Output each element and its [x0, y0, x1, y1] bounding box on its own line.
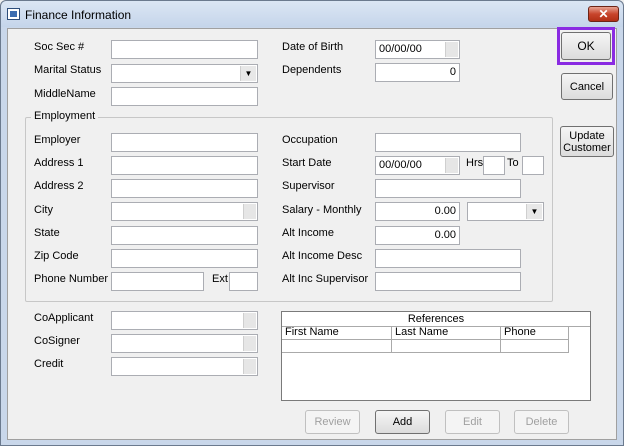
close-button[interactable]: ✕ — [588, 6, 619, 22]
middlename-label: MiddleName — [34, 88, 96, 100]
salary-period-dropdown[interactable]: ▼ — [467, 202, 544, 221]
column-header-first-name[interactable]: First Name — [282, 326, 392, 339]
address2-field[interactable] — [111, 179, 258, 198]
ssn-label: Soc Sec # — [34, 41, 85, 53]
alt-income-desc-label: Alt Income Desc — [282, 250, 363, 262]
update-customer-line2: Customer — [563, 141, 611, 154]
date-of-birth-label: Date of Birth — [282, 41, 344, 53]
start-date-value: 00/00/00 — [379, 159, 422, 171]
salary-monthly-label: Salary - Monthly — [282, 204, 362, 216]
cosigner-label: CoSigner — [34, 335, 80, 347]
update-customer-button[interactable]: Update Customer — [560, 126, 614, 157]
supervisor-label: Supervisor — [282, 180, 335, 192]
alt-inc-supervisor-field[interactable] — [375, 272, 521, 291]
update-customer-line1: Update — [569, 129, 605, 142]
address1-label: Address 1 — [34, 157, 84, 169]
date-of-birth-value: 00/00/00 — [379, 43, 422, 55]
table-row[interactable] — [282, 339, 392, 353]
cosigner-field[interactable] — [111, 334, 258, 353]
phone-number-field[interactable] — [111, 272, 204, 291]
edit-button[interactable]: Edit — [445, 410, 500, 434]
column-header-phone[interactable]: Phone — [501, 326, 569, 339]
hrs-to-field[interactable] — [522, 156, 544, 175]
coapplicant-label: CoApplicant — [34, 312, 94, 324]
alt-income-field[interactable]: 0.00 — [375, 226, 460, 245]
window-title: Finance Information — [25, 8, 132, 22]
dependents-label: Dependents — [282, 64, 342, 76]
alt-income-desc-field[interactable] — [375, 249, 521, 268]
city-label: City — [34, 204, 53, 216]
employment-group-title: Employment — [31, 110, 99, 122]
middlename-field[interactable] — [111, 87, 258, 106]
title-bar: Finance Information ✕ — [1, 1, 623, 27]
zip-code-field[interactable] — [111, 249, 258, 268]
zip-code-label: Zip Code — [34, 250, 79, 262]
state-label: State — [34, 227, 60, 239]
ext-field[interactable] — [229, 272, 258, 291]
to-label: To — [507, 157, 519, 169]
credit-field[interactable] — [111, 357, 258, 376]
ok-button-highlight — [557, 27, 615, 65]
review-button[interactable]: Review — [305, 410, 360, 434]
chevron-down-icon[interactable]: ▼ — [526, 204, 542, 219]
employer-field[interactable] — [111, 133, 258, 152]
credit-label: Credit — [34, 358, 64, 370]
city-field[interactable] — [111, 202, 258, 221]
alt-income-label: Alt Income — [282, 227, 334, 239]
cancel-button[interactable]: Cancel — [561, 73, 613, 100]
start-date-label: Start Date — [282, 157, 332, 169]
alt-inc-supervisor-label: Alt Inc Supervisor — [282, 273, 369, 285]
employer-label: Employer — [34, 134, 81, 146]
start-date-field[interactable]: 00/00/00 — [375, 156, 460, 175]
ext-label: Ext — [212, 273, 228, 285]
hrs-label: Hrs — [466, 157, 484, 169]
coapplicant-field[interactable] — [111, 311, 258, 330]
references-title: References — [282, 312, 590, 327]
date-of-birth-field[interactable]: 00/00/00 — [375, 40, 460, 59]
start-date-picker-button[interactable] — [445, 158, 458, 173]
city-lookup-button[interactable] — [243, 204, 256, 219]
supervisor-field[interactable] — [375, 179, 521, 198]
references-table[interactable]: References First Name Last Name Phone — [281, 311, 591, 401]
state-field[interactable] — [111, 226, 258, 245]
table-row[interactable] — [392, 339, 501, 353]
address1-field[interactable] — [111, 156, 258, 175]
chevron-down-icon[interactable]: ▼ — [240, 66, 256, 81]
app-icon — [7, 8, 20, 20]
coapplicant-lookup-button[interactable] — [243, 313, 256, 328]
date-picker-button[interactable] — [445, 42, 458, 57]
table-row[interactable] — [501, 339, 569, 353]
marital-status-dropdown[interactable]: ▼ — [111, 64, 258, 83]
credit-lookup-button[interactable] — [243, 359, 256, 374]
salary-monthly-field[interactable]: 0.00 — [375, 202, 460, 221]
cosigner-lookup-button[interactable] — [243, 336, 256, 351]
dependents-field[interactable]: 0 — [375, 63, 460, 82]
occupation-field[interactable] — [375, 133, 521, 152]
ssn-field[interactable] — [111, 40, 258, 59]
phone-number-label: Phone Number — [34, 273, 108, 285]
address2-label: Address 2 — [34, 180, 84, 192]
marital-status-label: Marital Status — [34, 64, 102, 76]
occupation-label: Occupation — [282, 134, 338, 146]
column-header-last-name[interactable]: Last Name — [392, 326, 501, 339]
delete-button[interactable]: Delete — [514, 410, 569, 434]
add-button[interactable]: Add — [375, 410, 430, 434]
hrs-from-field[interactable] — [483, 156, 505, 175]
